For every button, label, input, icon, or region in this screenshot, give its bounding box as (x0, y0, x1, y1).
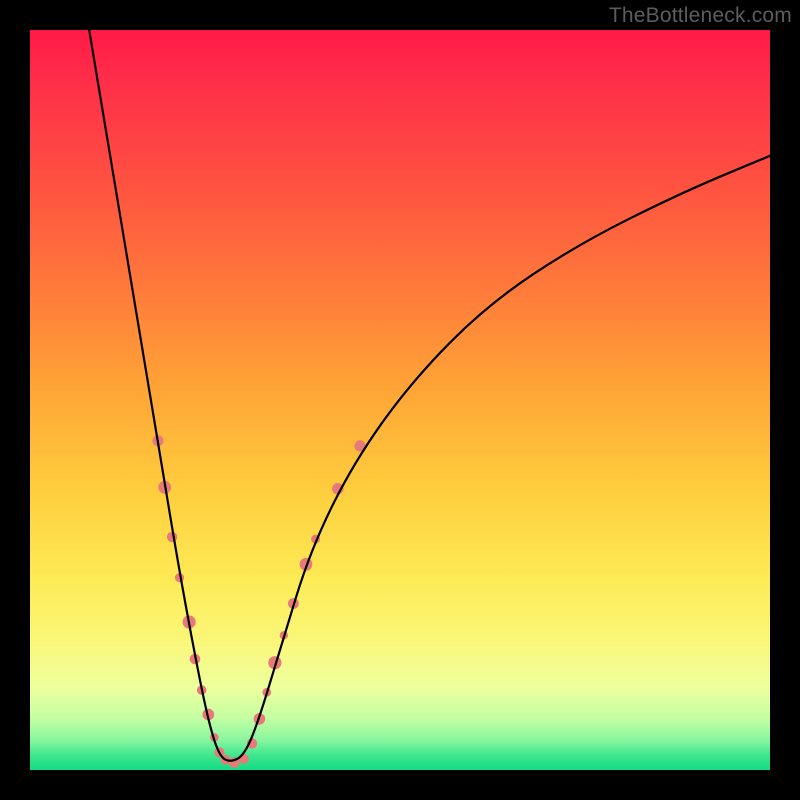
curve-bead (214, 747, 224, 757)
curve-layer (30, 30, 770, 770)
curve-bead (229, 757, 240, 768)
curve-bead (268, 656, 281, 669)
curve-bead (262, 688, 271, 697)
curve-beads (152, 435, 365, 768)
curve-bead (197, 685, 207, 695)
curve-bead (332, 483, 344, 495)
curve-bead (167, 532, 177, 542)
curve-bead (210, 733, 219, 742)
gradient-band (30, 646, 770, 648)
plot-area (30, 30, 770, 770)
curve-bead (288, 598, 299, 609)
chart-frame: TheBottleneck.com (0, 0, 800, 800)
curve-bead (152, 435, 163, 446)
curve-bead (247, 738, 257, 748)
curve-bead (354, 440, 365, 451)
gradient-band (30, 657, 770, 659)
watermark-label: TheBottleneck.com (609, 4, 792, 28)
curve-bead (183, 615, 196, 628)
curve-bead (175, 573, 184, 582)
curve-bead (202, 709, 214, 721)
curve-bead (190, 654, 201, 665)
gradient-band (30, 668, 770, 670)
curve-bead (311, 535, 320, 544)
curve-bead (239, 754, 249, 764)
curve-bead (220, 755, 230, 765)
curve-bead (254, 713, 266, 725)
curve-bead (158, 481, 171, 494)
bottleneck-curve (89, 30, 770, 761)
curve-bead (300, 558, 313, 571)
curve-bead (280, 631, 288, 639)
